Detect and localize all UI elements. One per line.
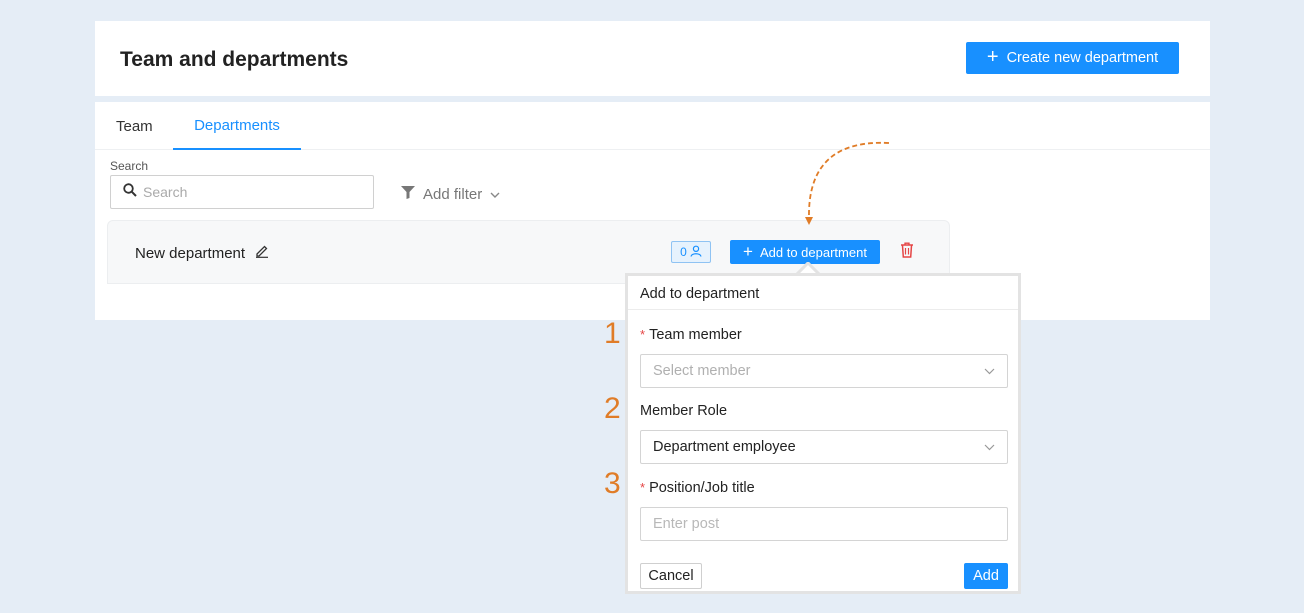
member-role-value: Department employee [653, 439, 796, 455]
position-input[interactable] [640, 507, 1008, 541]
page-header: Team and departments + Create new depart… [95, 21, 1210, 96]
tab-bar: Team Departments [95, 102, 1210, 150]
create-department-label: Create new department [1006, 50, 1159, 66]
tab-team[interactable]: Team [116, 102, 153, 150]
chevron-down-icon [490, 186, 500, 203]
team-member-placeholder: Select member [653, 363, 751, 379]
add-to-department-popover: Add to department * Team member Select me… [625, 273, 1021, 594]
member-count-badge[interactable]: 0 [671, 241, 711, 263]
team-member-select[interactable]: Select member [640, 354, 1008, 388]
trash-icon[interactable] [900, 242, 914, 263]
required-mark: * [640, 327, 646, 342]
team-member-label: * Team member [640, 327, 742, 343]
add-to-department-button[interactable]: + Add to department [730, 240, 880, 264]
plus-icon: + [743, 241, 753, 261]
add-filter-label: Add filter [423, 186, 483, 203]
step-number-2: 2 [604, 392, 621, 425]
member-role-label: Member Role [640, 403, 728, 419]
member-count-value: 0 [680, 245, 687, 259]
plus-icon: + [986, 46, 999, 68]
department-name-text: New department [135, 244, 246, 262]
cancel-button[interactable]: Cancel [640, 563, 702, 589]
required-mark: * [640, 480, 646, 495]
add-to-department-label: Add to department [759, 244, 867, 260]
chevron-down-icon [984, 363, 995, 379]
position-label: * Position/Job title [640, 480, 755, 496]
page-title: Team and departments [120, 48, 349, 71]
tab-departments[interactable]: Departments [173, 102, 301, 150]
step-number-1: 1 [604, 317, 621, 350]
add-button[interactable]: Add [964, 563, 1008, 589]
edit-pencil-icon[interactable] [255, 244, 269, 262]
chevron-down-icon [984, 439, 995, 455]
step-number-3: 3 [604, 467, 621, 500]
user-icon [690, 245, 702, 260]
popover-divider [628, 309, 1018, 310]
filter-icon [401, 186, 415, 203]
search-input[interactable] [143, 184, 343, 200]
search-label: Search [110, 159, 149, 173]
create-department-button[interactable]: + Create new department [966, 42, 1179, 74]
department-name: New department [135, 244, 269, 262]
add-filter-button[interactable]: Add filter [401, 186, 500, 203]
search-box[interactable] [110, 175, 374, 209]
popover-title: Add to department [640, 286, 760, 302]
search-icon [123, 182, 137, 202]
member-role-select[interactable]: Department employee [640, 430, 1008, 464]
